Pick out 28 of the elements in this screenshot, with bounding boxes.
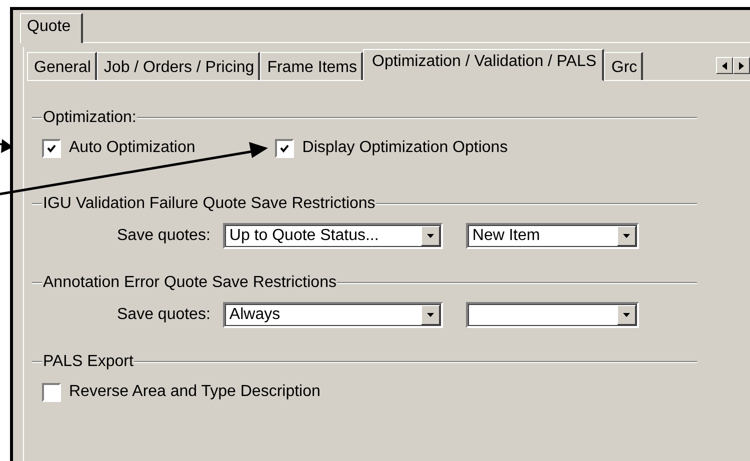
field-label: Save quotes: [117, 227, 210, 245]
scroll-left-button[interactable] [716, 57, 733, 74]
section-heading: Annotation Error Quote Save Restrictions [42, 274, 338, 292]
tab[interactable]: Optimization / Validation / PALS [363, 49, 604, 81]
tab[interactable]: Frame Items [260, 52, 363, 80]
tab[interactable]: Quote [20, 13, 83, 43]
checkbox-label: Reverse Area and Type Description [69, 383, 320, 401]
right-triangle-icon [739, 62, 744, 70]
scroll-right-button[interactable] [733, 57, 750, 74]
section-heading: Optimization: [42, 109, 138, 127]
checkmark-icon [47, 144, 56, 152]
tab[interactable]: General [27, 52, 97, 80]
dropdown[interactable]: Always [223, 302, 444, 328]
dropdown[interactable]: New Item [466, 223, 640, 249]
field-label: Save quotes: [117, 306, 210, 324]
tab[interactable]: Grc [604, 52, 644, 80]
checkbox-label: Display Optimization Options [302, 139, 508, 157]
dropdown[interactable] [466, 302, 640, 328]
checkbox-label: Auto Optimization [69, 139, 196, 157]
checkbox[interactable] [42, 138, 61, 158]
section-heading: PALS Export [42, 353, 134, 371]
left-triangle-icon [722, 62, 727, 70]
dropdown[interactable]: Up to Quote Status... [223, 223, 444, 249]
checkbox[interactable] [42, 382, 61, 402]
tab[interactable]: Job / Orders / Pricing [96, 52, 260, 80]
checkbox[interactable] [275, 138, 294, 158]
checkmark-icon [280, 144, 290, 152]
section-heading: IGU Validation Failure Quote Save Restrictions [42, 195, 376, 213]
